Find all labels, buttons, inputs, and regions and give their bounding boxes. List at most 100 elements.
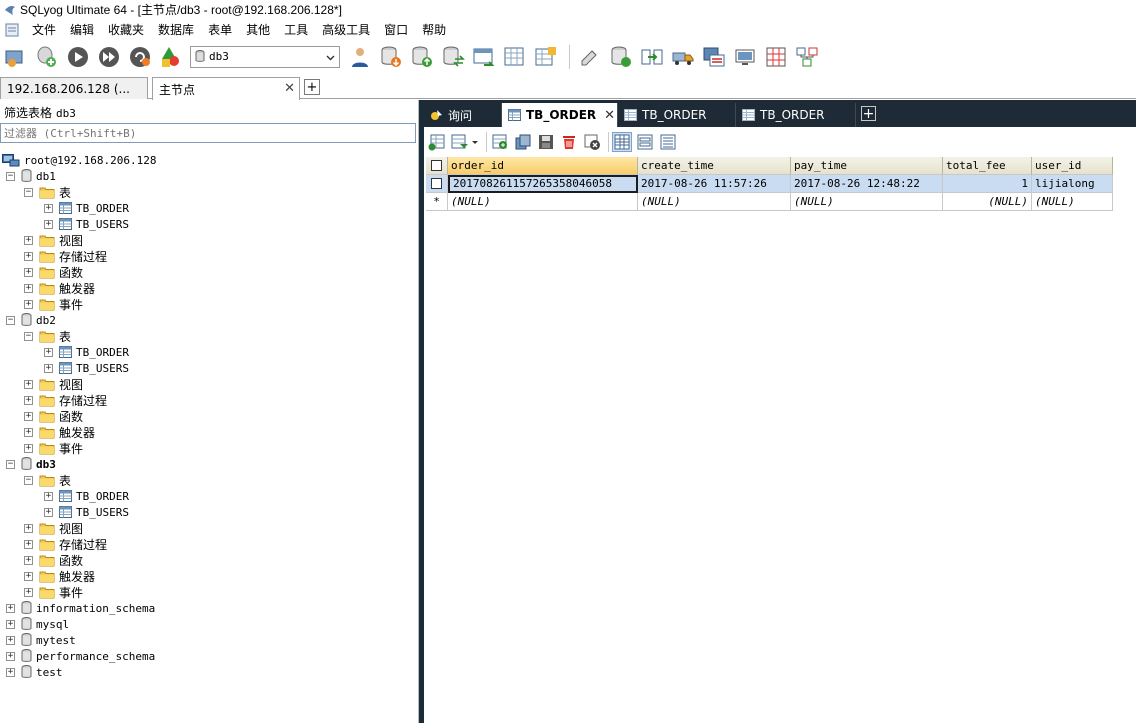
collapse-icon[interactable]: −	[24, 187, 33, 197]
new-row[interactable]: * (NULL) (NULL) (NULL) (NULL) (NULL)	[426, 193, 1113, 211]
tree-item-views-folder[interactable]: + 视图	[24, 232, 83, 248]
execute-query-button[interactable]	[64, 43, 92, 71]
menu-window[interactable]: 窗口	[378, 19, 414, 41]
expand-icon[interactable]: +	[24, 395, 33, 405]
column-header-create-time[interactable]: create_time	[638, 157, 791, 175]
expand-icon[interactable]: +	[44, 507, 53, 517]
tree-item-table-tb-order[interactable]: + TB_ORDER	[44, 344, 129, 360]
expand-icon[interactable]: +	[6, 603, 15, 613]
column-header-total-fee[interactable]: total_fee	[943, 157, 1032, 175]
tree-item-funcs-folder[interactable]: + 函数	[24, 408, 83, 424]
tree-item-tables-folder[interactable]: − 表	[24, 184, 71, 200]
insert-row-button[interactable]	[427, 132, 447, 152]
tree-item-database-db2[interactable]: − db2	[6, 312, 56, 328]
cell-pay-time[interactable]: 2017-08-26 12:48:22	[791, 175, 943, 193]
expand-icon[interactable]: +	[24, 555, 33, 565]
tree-item-database-mytest[interactable]: + mytest	[6, 632, 76, 648]
export-button[interactable]	[408, 43, 436, 71]
cell-null-pay-time[interactable]: (NULL)	[791, 193, 943, 211]
tree-item-table-tb-users[interactable]: + TB_USERS	[44, 360, 129, 376]
connection-tab-main-node[interactable]: 主节点 ✕	[152, 77, 300, 100]
close-icon[interactable]: ✕	[604, 108, 615, 123]
column-header-user-id[interactable]: user_id	[1032, 157, 1113, 175]
tree-item-triggers-folder[interactable]: + 触发器	[24, 424, 95, 440]
menu-advanced-tools[interactable]: 高级工具	[316, 19, 376, 41]
refresh-button[interactable]	[126, 43, 154, 71]
add-row-button[interactable]	[490, 132, 510, 152]
document-icon[interactable]	[4, 23, 20, 37]
add-tab-button[interactable]: +	[861, 106, 876, 121]
connection-tab-remote[interactable]: 192.168.206.128 (...	[0, 77, 148, 99]
new-connection-button[interactable]	[2, 43, 30, 71]
expand-icon[interactable]: +	[44, 203, 53, 213]
collapse-icon[interactable]: −	[6, 171, 15, 181]
close-icon[interactable]: ✕	[284, 81, 295, 96]
expand-icon[interactable]: +	[24, 571, 33, 581]
checkbox-icon[interactable]	[431, 160, 442, 171]
tree-item-events-folder[interactable]: + 事件	[24, 440, 83, 456]
cell-order-id[interactable]: 201708261157265358046058	[448, 175, 638, 193]
tree-item-procs-folder[interactable]: + 存储过程	[24, 536, 107, 552]
new-connection-plus-button[interactable]	[33, 43, 61, 71]
tree-item-events-folder[interactable]: + 事件	[24, 296, 83, 312]
menu-other[interactable]: 其他	[240, 19, 276, 41]
tree-item-database-test[interactable]: + test	[6, 664, 63, 680]
menu-favorites[interactable]: 收藏夹	[102, 19, 150, 41]
grid-header-row[interactable]: order_id create_time pay_time total_fee user…	[426, 157, 1113, 175]
tree-item-views-folder[interactable]: + 视图	[24, 376, 83, 392]
expand-icon[interactable]: +	[44, 491, 53, 501]
migration-button[interactable]	[700, 43, 728, 71]
tree-item-database-db3[interactable]: − db3	[6, 456, 56, 472]
cell-null-user-id[interactable]: (NULL)	[1032, 193, 1113, 211]
expand-icon[interactable]: +	[6, 651, 15, 661]
database-selector[interactable]: db3	[190, 45, 340, 68]
schedule-button[interactable]	[532, 43, 560, 71]
tree-item-table-tb-order[interactable]: + TB_ORDER	[44, 488, 129, 504]
filter-input[interactable]	[0, 123, 416, 143]
tab-tb-order-3[interactable]: TB_ORDER	[736, 103, 856, 127]
tree-item-procs-folder[interactable]: + 存储过程	[24, 392, 107, 408]
menu-table[interactable]: 表单	[202, 19, 238, 41]
select-all-checkbox[interactable]	[426, 157, 448, 175]
menu-help[interactable]: 帮助	[416, 19, 452, 41]
duplicate-row-button[interactable]	[513, 132, 533, 152]
menu-file[interactable]: 文件	[26, 19, 62, 41]
expand-icon[interactable]: +	[24, 523, 33, 533]
expand-icon[interactable]: +	[24, 299, 33, 309]
tree-item-table-tb-users[interactable]: + TB_USERS	[44, 216, 129, 232]
checkbox-icon[interactable]	[431, 178, 442, 189]
query-builder-button[interactable]	[576, 43, 604, 71]
report-button[interactable]	[762, 43, 790, 71]
cell-null-order-id[interactable]: (NULL)	[448, 193, 638, 211]
execute-all-button[interactable]	[95, 43, 123, 71]
tab-tb-order-2[interactable]: TB_ORDER	[618, 103, 736, 127]
tree-item-views-folder[interactable]: + 视图	[24, 520, 83, 536]
menu-tools[interactable]: 工具	[278, 19, 314, 41]
tree-item-funcs-folder[interactable]: + 函数	[24, 552, 83, 568]
new-row-marker[interactable]: *	[426, 193, 448, 211]
menu-database[interactable]: 数据库	[152, 19, 200, 41]
expand-icon[interactable]: +	[24, 443, 33, 453]
export-data-button[interactable]	[450, 132, 480, 152]
tab-tb-order-active[interactable]: TB_ORDER ✕	[502, 103, 618, 127]
tree-item-tables-folder[interactable]: − 表	[24, 472, 71, 488]
cell-user-id[interactable]: lijialong	[1032, 175, 1113, 193]
tree-item-triggers-folder[interactable]: + 触发器	[24, 280, 95, 296]
collapse-icon[interactable]: −	[24, 475, 33, 485]
tree-item-database-mysql[interactable]: + mysql	[6, 616, 69, 632]
expand-icon[interactable]: +	[24, 267, 33, 277]
expand-icon[interactable]: +	[24, 427, 33, 437]
expand-icon[interactable]: +	[24, 587, 33, 597]
tree-item-connection-root[interactable]: root@192.168.206.128	[2, 152, 156, 168]
add-connection-tab-button[interactable]: +	[304, 79, 320, 95]
tree-item-procs-folder[interactable]: + 存储过程	[24, 248, 107, 264]
expand-icon[interactable]: +	[44, 347, 53, 357]
cell-null-create-time[interactable]: (NULL)	[638, 193, 791, 211]
expand-icon[interactable]: +	[24, 379, 33, 389]
backup-button[interactable]	[439, 43, 467, 71]
text-view-button[interactable]	[658, 132, 678, 152]
expand-icon[interactable]: +	[44, 363, 53, 373]
database-refresh-button[interactable]	[607, 43, 635, 71]
cell-null-total-fee[interactable]: (NULL)	[943, 193, 1032, 211]
tree-item-triggers-folder[interactable]: + 触发器	[24, 568, 95, 584]
